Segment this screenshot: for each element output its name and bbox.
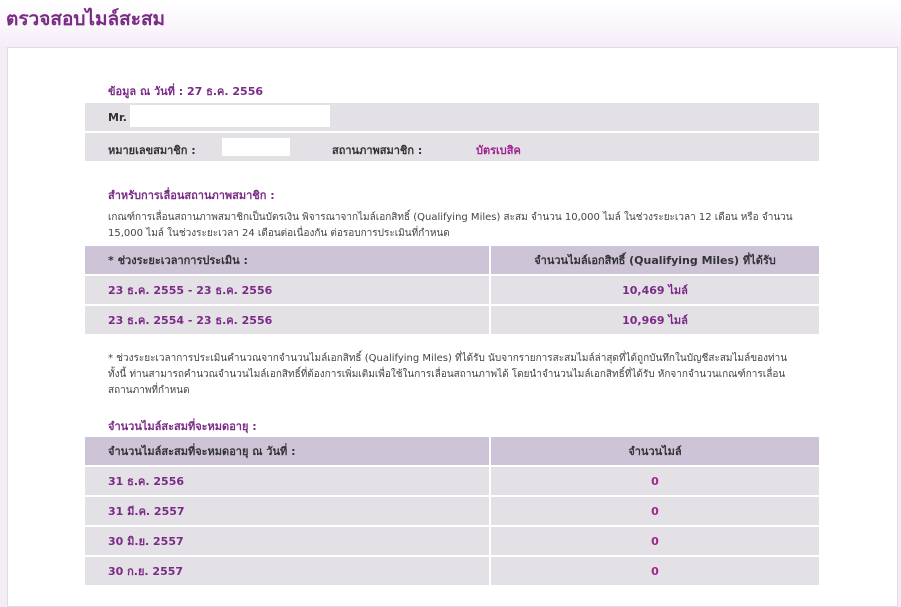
as-of-date: ข้อมูล ณ วันที่ : 27 ธ.ค. 2556 bbox=[108, 85, 263, 98]
page-title: ตรวจสอบไมล์สะสม bbox=[6, 8, 166, 30]
expiring-miles-cell: 0 bbox=[490, 465, 819, 496]
page-header: ตรวจสอบไมล์สะสม bbox=[0, 0, 901, 46]
col-period-header: * ช่วงระยะเวลาการประเมิน : bbox=[85, 246, 491, 275]
member-info: Mr. หมายเลขสมาชิก : สถานภาพสมาชิก : บัตร… bbox=[85, 103, 819, 163]
qualification-title: สำหรับการเลื่อนสถานภาพสมาชิก : bbox=[108, 189, 275, 202]
expiry-date-cell: 30 มิ.ย. 2557 bbox=[85, 525, 491, 556]
expiring-miles-cell: 0 bbox=[490, 555, 819, 585]
expiring-miles-cell: 0 bbox=[490, 495, 819, 526]
member-no-label: หมายเลขสมาชิก : bbox=[108, 144, 196, 157]
col-miles-header: จำนวนไมล์ bbox=[490, 437, 819, 466]
qualification-description: เกณฑ์การเลื่อนสถานภาพสมาชิกเป็นบัตรเงิน … bbox=[108, 212, 793, 239]
member-name-row: Mr. bbox=[85, 103, 819, 133]
table-row: 31 มี.ค. 2557 0 bbox=[85, 495, 819, 526]
member-status-row: หมายเลขสมาชิก : สถานภาพสมาชิก : บัตรเบสิ… bbox=[85, 133, 819, 163]
table-row: 31 ธ.ค. 2556 0 bbox=[85, 465, 819, 496]
expiry-date-cell: 31 มี.ค. 2557 bbox=[85, 495, 491, 526]
period-cell: 23 ธ.ค. 2555 - 23 ธ.ค. 2556 bbox=[85, 274, 491, 305]
table-header-row: จำนวนไมล์สะสมที่จะหมดอายุ ณ วันที่ : จำน… bbox=[85, 437, 819, 466]
period-cell: 23 ธ.ค. 2554 - 23 ธ.ค. 2556 bbox=[85, 304, 491, 334]
content-card: ข้อมูล ณ วันที่ : 27 ธ.ค. 2556 Mr. หมายเ… bbox=[7, 47, 898, 607]
qualification-footnote: * ช่วงระยะเวลาการประเมินคำนวณจากจำนวนไมล… bbox=[108, 353, 788, 396]
member-name-prefix: Mr. bbox=[108, 111, 127, 124]
table-row: 30 มิ.ย. 2557 0 bbox=[85, 525, 819, 556]
table-header-row: * ช่วงระยะเวลาการประเมิน : จำนวนไมล์เอกส… bbox=[85, 246, 819, 275]
member-status-value: บัตรเบสิค bbox=[476, 144, 521, 157]
member-no-redacted bbox=[222, 138, 290, 156]
table-row: 23 ธ.ค. 2555 - 23 ธ.ค. 2556 10,469 ไมล์ bbox=[85, 274, 819, 305]
member-status-label: สถานภาพสมาชิก : bbox=[332, 144, 423, 157]
expiring-miles-table: จำนวนไมล์สะสมที่จะหมดอายุ ณ วันที่ : จำน… bbox=[85, 437, 819, 585]
expiry-date-cell: 30 ก.ย. 2557 bbox=[85, 555, 491, 585]
expiring-miles-cell: 0 bbox=[490, 525, 819, 556]
member-name-redacted bbox=[130, 105, 330, 127]
expiring-title: จำนวนไมล์สะสมที่จะหมดอายุ : bbox=[108, 420, 257, 433]
col-expiry-date-header: จำนวนไมล์สะสมที่จะหมดอายุ ณ วันที่ : bbox=[85, 437, 491, 466]
qualifying-miles-table: * ช่วงระยะเวลาการประเมิน : จำนวนไมล์เอกส… bbox=[85, 246, 819, 334]
table-row: 30 ก.ย. 2557 0 bbox=[85, 555, 819, 585]
table-row: 23 ธ.ค. 2554 - 23 ธ.ค. 2556 10,969 ไมล์ bbox=[85, 304, 819, 334]
expiry-date-cell: 31 ธ.ค. 2556 bbox=[85, 465, 491, 496]
col-qualifying-miles-header: จำนวนไมล์เอกสิทธิ์ (Qualifying Miles) ที… bbox=[490, 246, 819, 275]
miles-cell: 10,469 ไมล์ bbox=[490, 274, 819, 305]
miles-cell: 10,969 ไมล์ bbox=[490, 304, 819, 334]
